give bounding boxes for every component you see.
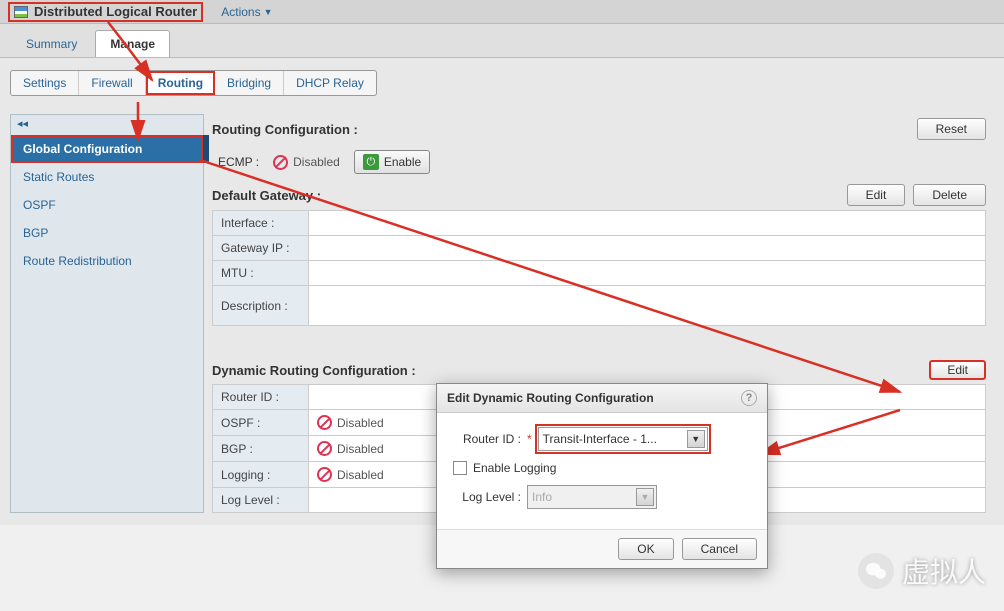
- enable-logging-label: Enable Logging: [473, 461, 556, 475]
- sidebar-item-route-redistribution[interactable]: Route Redistribution: [11, 247, 203, 275]
- enable-button[interactable]: ⏻ Enable: [354, 150, 430, 174]
- disabled-icon: [317, 467, 332, 482]
- edit-dynamic-routing-dialog: Edit Dynamic Routing Configuration ? Rou…: [436, 383, 768, 569]
- gateway-buttons: Edit Delete: [847, 184, 986, 206]
- edit-gateway-button[interactable]: Edit: [847, 184, 906, 206]
- dynamic-routing-title: Dynamic Routing Configuration :: [212, 363, 416, 378]
- ecmp-row: ECMP : Disabled ⏻ Enable: [212, 144, 986, 180]
- ok-button[interactable]: OK: [618, 538, 673, 560]
- power-icon: ⏻: [363, 154, 379, 170]
- dyn-logging-label: Logging :: [213, 462, 309, 488]
- page-title: Distributed Logical Router: [34, 4, 197, 19]
- ecmp-label: ECMP :: [218, 155, 259, 169]
- sidebar-item-ospf[interactable]: OSPF: [11, 191, 203, 219]
- router-id-value: Transit-Interface - 1...: [543, 432, 657, 446]
- gw-desc-value: [309, 286, 986, 326]
- routing-config-title: Routing Configuration :: [212, 122, 358, 137]
- sidebar-collapse[interactable]: ◂◂: [11, 115, 203, 135]
- subtab-firewall[interactable]: Firewall: [79, 71, 145, 95]
- dialog-title-bar[interactable]: Edit Dynamic Routing Configuration ?: [437, 384, 767, 413]
- watermark-text: 虚拟人: [902, 551, 986, 591]
- actions-label: Actions: [221, 5, 260, 19]
- sidebar-item-static-routes[interactable]: Static Routes: [11, 163, 203, 191]
- log-level-value: Info: [532, 490, 552, 504]
- gw-interface-value: [309, 211, 986, 236]
- subtab-bridging[interactable]: Bridging: [215, 71, 284, 95]
- log-level-select: Info ▼: [527, 485, 657, 509]
- table-row: Gateway IP :: [213, 236, 986, 261]
- top-tabs: Summary Manage: [0, 24, 1004, 58]
- routing-config-header: Routing Configuration : Reset: [212, 114, 986, 144]
- sub-tabs: Settings Firewall Routing Bridging DHCP …: [10, 70, 377, 96]
- watermark: 虚拟人: [858, 551, 986, 591]
- gw-ip-value: [309, 236, 986, 261]
- sidebar: ◂◂ Global Configuration Static Routes OS…: [10, 114, 204, 513]
- tab-summary[interactable]: Summary: [12, 31, 91, 57]
- subtab-routing[interactable]: Routing: [146, 71, 215, 95]
- default-gateway-title: Default Gateway :: [212, 188, 321, 203]
- gw-desc-label: Description :: [213, 286, 309, 326]
- gw-interface-label: Interface :: [213, 211, 309, 236]
- table-row: MTU :: [213, 261, 986, 286]
- gw-ip-label: Gateway IP :: [213, 236, 309, 261]
- dyn-routerid-label: Router ID :: [213, 385, 309, 410]
- router-id-label: Router ID :: [451, 432, 521, 446]
- dialog-title: Edit Dynamic Routing Configuration: [447, 391, 654, 405]
- reset-button[interactable]: Reset: [917, 118, 986, 140]
- chevron-down-icon: ▼: [636, 488, 654, 506]
- title-bar: Distributed Logical Router Actions ▼: [0, 0, 1004, 24]
- sidebar-item-bgp[interactable]: BGP: [11, 219, 203, 247]
- dyn-bgp-label: BGP :: [213, 436, 309, 462]
- enable-label: Enable: [384, 155, 421, 169]
- disabled-icon: [317, 441, 332, 456]
- actions-menu[interactable]: Actions ▼: [221, 5, 272, 19]
- log-level-label: Log Level :: [451, 490, 521, 504]
- ecmp-disabled-text: Disabled: [293, 155, 340, 169]
- disabled-icon: [273, 155, 288, 170]
- disabled-icon: [317, 415, 332, 430]
- dyn-ospf-label: OSPF :: [213, 410, 309, 436]
- router-id-select[interactable]: Transit-Interface - 1... ▼: [538, 427, 708, 451]
- router-icon: [14, 6, 28, 18]
- sidebar-item-global-config[interactable]: Global Configuration: [11, 135, 203, 163]
- chevron-down-icon: ▼: [264, 7, 273, 17]
- help-icon[interactable]: ?: [741, 390, 757, 406]
- enable-logging-row: Enable Logging: [451, 461, 753, 475]
- ecmp-status: Disabled: [273, 155, 340, 170]
- page-title-container: Distributed Logical Router: [8, 2, 203, 22]
- sidebar-item-label: Route Redistribution: [23, 254, 132, 268]
- gw-mtu-label: MTU :: [213, 261, 309, 286]
- dynamic-routing-header: Dynamic Routing Configuration : Edit: [212, 356, 986, 384]
- chevron-down-icon: ▼: [687, 430, 705, 448]
- subtab-settings[interactable]: Settings: [11, 71, 79, 95]
- gateway-table: Interface : Gateway IP : MTU : Descripti…: [212, 210, 986, 326]
- dyn-loglevel-label: Log Level :: [213, 488, 309, 513]
- tab-manage[interactable]: Manage: [95, 30, 170, 57]
- sidebar-item-label: BGP: [23, 226, 48, 240]
- router-id-row: Router ID : * Transit-Interface - 1... ▼: [451, 427, 753, 451]
- sidebar-item-label: OSPF: [23, 198, 56, 212]
- sidebar-item-label: Global Configuration: [23, 142, 142, 156]
- log-level-row: Log Level : Info ▼: [451, 485, 753, 509]
- dialog-body: Router ID : * Transit-Interface - 1... ▼…: [437, 413, 767, 529]
- delete-gateway-button[interactable]: Delete: [913, 184, 986, 206]
- table-row: Interface :: [213, 211, 986, 236]
- subtab-dhcp-relay[interactable]: DHCP Relay: [284, 71, 376, 95]
- enable-logging-checkbox[interactable]: [453, 461, 467, 475]
- edit-dynamic-button[interactable]: Edit: [929, 360, 986, 380]
- wechat-icon: [858, 553, 894, 589]
- sidebar-item-label: Static Routes: [23, 170, 94, 184]
- gw-mtu-value: [309, 261, 986, 286]
- cancel-button[interactable]: Cancel: [682, 538, 757, 560]
- default-gateway-header: Default Gateway : Edit Delete: [212, 180, 986, 210]
- dialog-footer: OK Cancel: [437, 529, 767, 568]
- required-star-icon: *: [527, 432, 532, 446]
- table-row: Description :: [213, 286, 986, 326]
